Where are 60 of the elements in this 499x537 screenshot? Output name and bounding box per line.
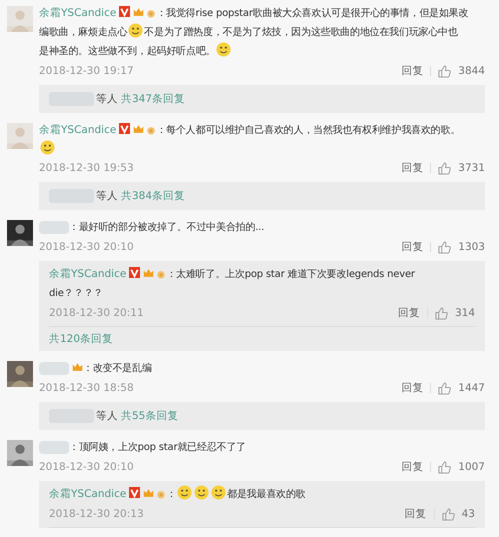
replier-label: 等人 bbox=[96, 409, 118, 423]
timestamp: 2018-12-30 20:11 bbox=[49, 307, 144, 319]
timestamp: 2018-12-30 18:58 bbox=[39, 382, 134, 394]
replies-link[interactable]: 共384条回复 bbox=[121, 189, 186, 203]
reply-link[interactable]: 回复 bbox=[401, 460, 424, 474]
reply-text: ：太难听了。上次pop star 难道下次要改legends never bbox=[166, 269, 415, 280]
smiley-icon bbox=[211, 485, 226, 500]
thumbs-up-icon[interactable] bbox=[438, 64, 452, 78]
thumbs-up-icon[interactable] bbox=[438, 460, 452, 474]
timestamp: 2018-12-30 19:53 bbox=[39, 162, 134, 174]
reply-text: 都是我最喜欢的歌 bbox=[227, 489, 306, 500]
reply-link[interactable]: 回复 bbox=[401, 240, 424, 254]
like-count: 1303 bbox=[458, 241, 485, 253]
comment-text: 是神圣的。这些做不到，起码好听点吧。 bbox=[39, 46, 216, 57]
timestamp: 2018-12-30 19:17 bbox=[39, 65, 134, 77]
reply-link[interactable]: 回复 bbox=[404, 507, 427, 521]
comment-text: ：每个人都可以维护自己喜欢的人，当然我也有权利维护我喜欢的歌。 bbox=[156, 125, 460, 136]
blurred-name bbox=[39, 220, 69, 234]
smiley-icon bbox=[40, 140, 55, 155]
thumbs-up-icon[interactable] bbox=[442, 508, 455, 520]
comment-text: 不是为了蹭热度，不是为了炫技，因为这些歌曲的地位在我们玩家心中也 bbox=[144, 27, 458, 38]
blurred-name bbox=[39, 440, 69, 454]
timestamp: 2018-12-30 20:10 bbox=[39, 461, 134, 473]
thumbs-up-icon[interactable] bbox=[438, 382, 452, 394]
thumbs-up-icon[interactable] bbox=[438, 240, 452, 254]
smiley-icon bbox=[194, 485, 210, 500]
thumbs-up-icon[interactable] bbox=[434, 306, 448, 320]
replier-label: 等人 bbox=[96, 92, 118, 106]
reply-link[interactable]: 回复 bbox=[398, 306, 420, 320]
like-count: 314 bbox=[454, 307, 475, 319]
thumbs-up-icon[interactable] bbox=[438, 162, 452, 174]
comment-text: 编歌曲，麻烦走点心 bbox=[39, 27, 128, 38]
timestamp: 2018-12-30 20:10 bbox=[39, 241, 134, 253]
comment-text: ：改变不是乱编 bbox=[83, 363, 152, 374]
reply-text: ： bbox=[166, 489, 176, 500]
user-name[interactable]: 余霜YSCandice bbox=[49, 488, 126, 500]
like-count: 1447 bbox=[458, 382, 485, 394]
timestamp: 2018-12-30 20:13 bbox=[49, 508, 144, 520]
replies-link[interactable]: 共347条回复 bbox=[121, 92, 186, 106]
replies-link[interactable]: 共120条回复 bbox=[49, 332, 114, 346]
blurred-name bbox=[39, 362, 69, 375]
like-count: 1007 bbox=[458, 461, 485, 473]
user-name[interactable]: 余霜YSCandice bbox=[39, 7, 116, 19]
user-name[interactable]: 余霜YSCandice bbox=[49, 268, 126, 280]
replier-label: 等人 bbox=[96, 189, 118, 203]
smiley-icon bbox=[216, 42, 232, 57]
comment-text: ：我觉得rise popstar歌曲被大众喜欢认可是很开心的事情，但是如果改 bbox=[156, 8, 468, 19]
reply-text: die？？？？ bbox=[49, 288, 103, 299]
like-count: 43 bbox=[462, 508, 475, 520]
reply-link[interactable]: 回复 bbox=[401, 64, 424, 78]
comment-text: ：最好听的部分被改掉了。不过中美合拍的... bbox=[69, 222, 264, 233]
reply-link[interactable]: 回复 bbox=[401, 381, 424, 395]
comment-text: ：顶阿姨，上次pop star就已经忍不了了 bbox=[69, 442, 246, 453]
smiley-icon bbox=[128, 23, 144, 38]
like-count: 3731 bbox=[458, 162, 485, 174]
user-name[interactable]: 余霜YSCandice bbox=[39, 124, 116, 136]
reply-link[interactable]: 回复 bbox=[401, 161, 424, 175]
smiley-icon bbox=[177, 485, 192, 500]
replies-link[interactable]: 共55条回复 bbox=[121, 409, 178, 423]
like-count: 3844 bbox=[458, 65, 485, 77]
